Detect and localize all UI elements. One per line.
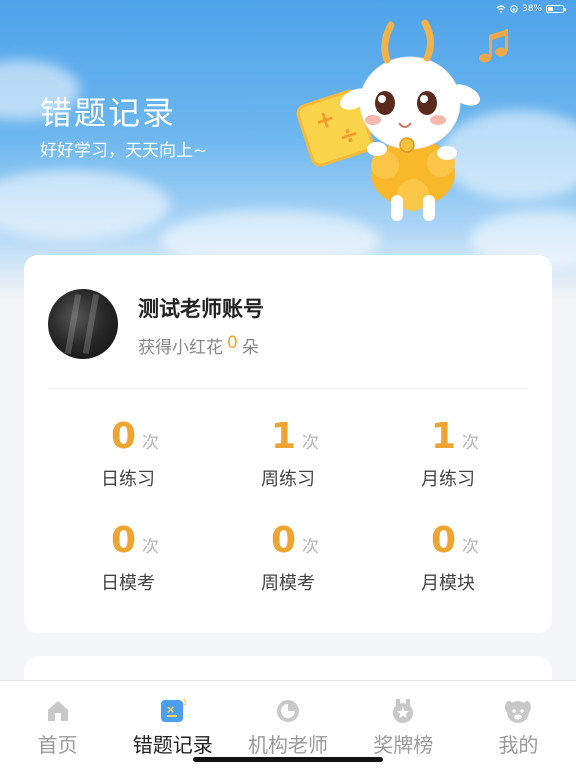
stat-value: 1 [430, 416, 457, 457]
orientation-lock-icon [510, 5, 518, 13]
mistakes-icon: × [160, 698, 187, 722]
tab-profile[interactable]: 我的 [461, 681, 576, 768]
tab-mistakes[interactable]: × 错题记录 [115, 681, 230, 768]
stat-label: 周模考 [261, 573, 315, 594]
bottom-tab-bar: 首页 × 错题记录 机构老师 奖牌榜 我的 [0, 680, 576, 768]
flower-summary: 获得小红花 0 朵 [138, 333, 259, 358]
home-icon [47, 701, 68, 721]
tab-label: 机构老师 [248, 733, 328, 757]
stat-daily-practice[interactable]: 0 次 日练习 [48, 415, 208, 519]
profile-icon [505, 701, 532, 723]
cloud-decoration [0, 170, 170, 240]
stat-label: 日模考 [101, 573, 155, 594]
flower-suffix: 朵 [241, 338, 259, 358]
stat-weekly-practice[interactable]: 1 次 周练习 [208, 415, 368, 519]
stat-unit: 次 [302, 537, 320, 557]
wifi-icon [496, 5, 506, 13]
stat-unit: 次 [142, 537, 160, 557]
tab-teacher[interactable]: 机构老师 [230, 681, 345, 768]
tab-label: 错题记录 [132, 733, 213, 757]
stat-daily-exam[interactable]: 0 次 日模考 [48, 519, 208, 623]
stat-unit: 次 [462, 537, 480, 557]
stat-value: 1 [270, 416, 297, 457]
battery-icon [546, 5, 566, 13]
stat-value: 0 [270, 520, 297, 561]
tab-medals[interactable]: 奖牌榜 [346, 681, 461, 768]
stat-value: 0 [430, 520, 457, 561]
practice-stats: 0 次 日练习 1 次 周练习 1 次 月练习 0 次 日模考 0 次 周模考 … [48, 415, 528, 623]
stat-monthly-exam[interactable]: 0 次 月模块 [368, 519, 528, 623]
stat-unit: 次 [302, 433, 320, 453]
medal-icon [393, 699, 414, 723]
teacher-icon [277, 700, 299, 722]
page-title: 错题记录 [40, 94, 177, 132]
stat-unit: 次 [462, 433, 480, 453]
stat-label: 周练习 [261, 469, 315, 490]
profile-stats-card: 测试老师账号 获得小红花 0 朵 0 次 日练习 1 次 周练习 1 次 月练习… [24, 255, 552, 633]
stat-monthly-practice[interactable]: 1 次 月练习 [368, 415, 528, 519]
stat-label: 月练习 [421, 469, 475, 490]
flower-count: 0 [227, 333, 238, 353]
stat-value: 0 [110, 416, 137, 457]
goat-mascot-icon: + ÷ [296, 19, 508, 221]
stat-label: 月模块 [421, 573, 475, 594]
status-bar: 38% [496, 3, 566, 15]
user-name: 测试老师账号 [138, 297, 264, 321]
svg-text:×: × [166, 703, 175, 716]
stat-unit: 次 [142, 433, 160, 453]
tab-home[interactable]: 首页 [0, 681, 115, 768]
battery-percent: 38% [521, 4, 542, 14]
stat-value: 0 [110, 520, 137, 561]
stat-label: 日练习 [101, 469, 155, 490]
divider [48, 388, 528, 389]
page-subtitle: 好好学习，天天向上~ [40, 141, 208, 161]
tab-label: 奖牌榜 [373, 733, 434, 757]
tab-label: 我的 [498, 733, 539, 757]
home-indicator[interactable] [193, 757, 383, 762]
stat-weekly-exam[interactable]: 0 次 周模考 [208, 519, 368, 623]
flower-prefix: 获得小红花 [138, 338, 223, 358]
avatar[interactable] [48, 289, 118, 359]
tab-label: 首页 [37, 733, 78, 757]
